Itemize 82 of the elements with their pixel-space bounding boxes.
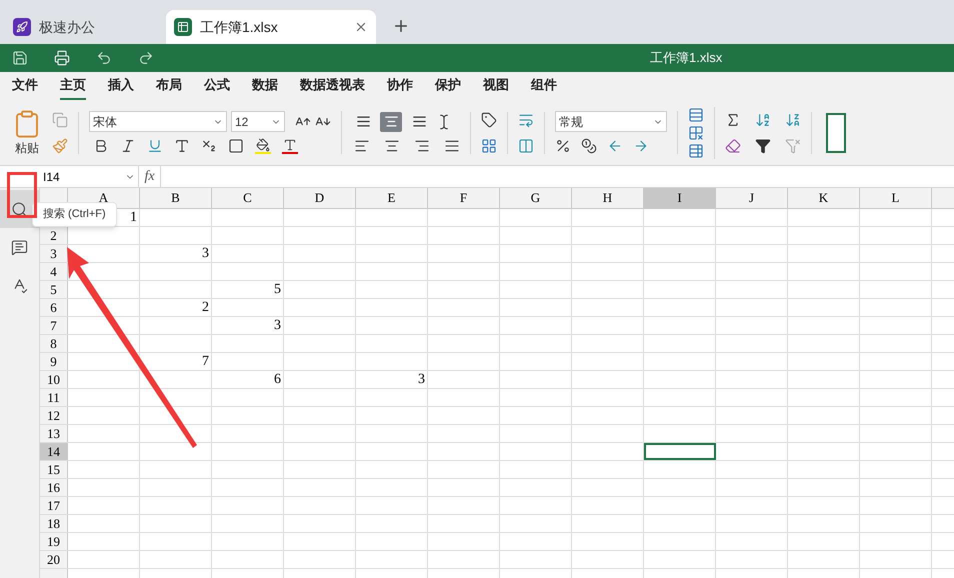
fill-color-icon[interactable] bbox=[255, 138, 271, 154]
browser-tab[interactable]: 工作簿1.xlsx bbox=[166, 10, 376, 44]
tab-title: 工作簿1.xlsx bbox=[200, 18, 278, 36]
row-header[interactable]: 20 bbox=[40, 551, 68, 568]
eraser-icon[interactable] bbox=[725, 138, 741, 154]
menu-tab[interactable]: 布局 bbox=[156, 72, 182, 100]
new-tab-icon[interactable] bbox=[392, 17, 410, 35]
row-header[interactable]: 10 bbox=[40, 371, 68, 388]
border-icon[interactable] bbox=[228, 138, 244, 154]
row-header[interactable]: 9 bbox=[40, 353, 68, 370]
format-cells-icon[interactable] bbox=[688, 142, 704, 158]
align-icon bbox=[356, 114, 370, 129]
browser-tab[interactable]: 极速办公 bbox=[5, 10, 160, 44]
highlight-frame bbox=[7, 172, 37, 218]
row-header[interactable]: 4 bbox=[40, 263, 68, 280]
sort-descending-icon[interactable] bbox=[785, 112, 801, 128]
table-cell: 3 bbox=[212, 317, 284, 334]
underline-icon[interactable] bbox=[147, 138, 163, 154]
column-header[interactable]: I bbox=[644, 188, 716, 208]
row-header[interactable]: 3 bbox=[40, 245, 68, 262]
decrease-decimal-icon[interactable] bbox=[633, 138, 649, 154]
sort-ascending-icon[interactable] bbox=[755, 112, 771, 128]
delete-cells-icon[interactable] bbox=[688, 124, 704, 140]
currency-icon[interactable] bbox=[581, 138, 597, 154]
menu-tab[interactable]: 协作 bbox=[387, 72, 413, 100]
menu-tab[interactable]: 文件 bbox=[12, 72, 38, 100]
menu-tab[interactable]: 数据透视表 bbox=[300, 72, 365, 100]
number-format-dropdown[interactable]: 常规 bbox=[555, 111, 667, 132]
save-icon[interactable] bbox=[12, 50, 28, 66]
table-cell: 3 bbox=[140, 245, 212, 262]
cell-style-icon[interactable] bbox=[481, 138, 497, 154]
row-header[interactable]: 8 bbox=[40, 335, 68, 352]
name-box[interactable]: I14 bbox=[40, 166, 139, 187]
table-cell: 5 bbox=[212, 281, 284, 298]
row-header[interactable]: 2 bbox=[40, 227, 68, 244]
redo-icon[interactable] bbox=[138, 50, 154, 66]
undo-icon[interactable] bbox=[96, 50, 112, 66]
menu-tab[interactable]: 保护 bbox=[435, 72, 461, 100]
table-cell: 6 bbox=[212, 371, 284, 388]
document-title: 工作簿1.xlsx bbox=[650, 49, 722, 68]
align-icon bbox=[412, 114, 426, 129]
row-header[interactable]: 5 bbox=[40, 281, 68, 298]
row-header[interactable]: 19 bbox=[40, 533, 68, 550]
tag-icon[interactable] bbox=[481, 112, 497, 128]
percent-icon[interactable] bbox=[555, 138, 571, 154]
filter-icon[interactable] bbox=[755, 138, 771, 154]
tooltip: 搜索 (Ctrl+F) bbox=[32, 202, 117, 226]
paste-label[interactable]: 粘贴 bbox=[15, 138, 39, 156]
font-color-icon[interactable] bbox=[282, 138, 298, 154]
increase-decimal-icon[interactable] bbox=[607, 138, 623, 154]
menu-tab[interactable]: 视图 bbox=[483, 72, 509, 100]
row-header[interactable]: 12 bbox=[40, 407, 68, 424]
table-cell: 3 bbox=[356, 371, 428, 388]
row-header[interactable]: 16 bbox=[40, 479, 68, 496]
selected-cell[interactable] bbox=[644, 443, 716, 460]
font-size-dropdown[interactable]: 12 bbox=[231, 111, 285, 132]
align-icon bbox=[384, 114, 398, 129]
merge-icon[interactable] bbox=[518, 138, 534, 154]
font-name-dropdown[interactable]: 宋体 bbox=[89, 111, 227, 132]
tab-title: 极速办公 bbox=[39, 18, 95, 36]
italic-icon[interactable] bbox=[120, 138, 136, 154]
spreadsheet-icon bbox=[174, 18, 192, 36]
table-cell: 2 bbox=[140, 299, 212, 316]
strikethrough-icon[interactable] bbox=[174, 138, 190, 154]
row-header[interactable]: 17 bbox=[40, 497, 68, 514]
close-icon[interactable] bbox=[354, 20, 368, 34]
print-icon[interactable] bbox=[54, 50, 70, 66]
subscript-icon[interactable] bbox=[201, 138, 217, 154]
menu-tab[interactable]: 数据 bbox=[252, 72, 278, 100]
menu-tab[interactable]: 插入 bbox=[108, 72, 134, 100]
style-preview[interactable] bbox=[826, 112, 846, 152]
row-header[interactable]: 6 bbox=[40, 299, 68, 316]
row-header[interactable]: 15 bbox=[40, 461, 68, 478]
insert-cells-icon[interactable] bbox=[688, 106, 704, 122]
row-header[interactable]: 14 bbox=[40, 443, 68, 460]
menu-tab[interactable]: 组件 bbox=[531, 72, 557, 100]
row-header[interactable]: 13 bbox=[40, 425, 68, 442]
row-header[interactable]: 18 bbox=[40, 515, 68, 532]
row-header[interactable]: 11 bbox=[40, 389, 68, 406]
row-header[interactable]: 7 bbox=[40, 317, 68, 334]
menu-tab[interactable]: 公式 bbox=[204, 72, 230, 100]
rocket-icon bbox=[13, 18, 31, 36]
